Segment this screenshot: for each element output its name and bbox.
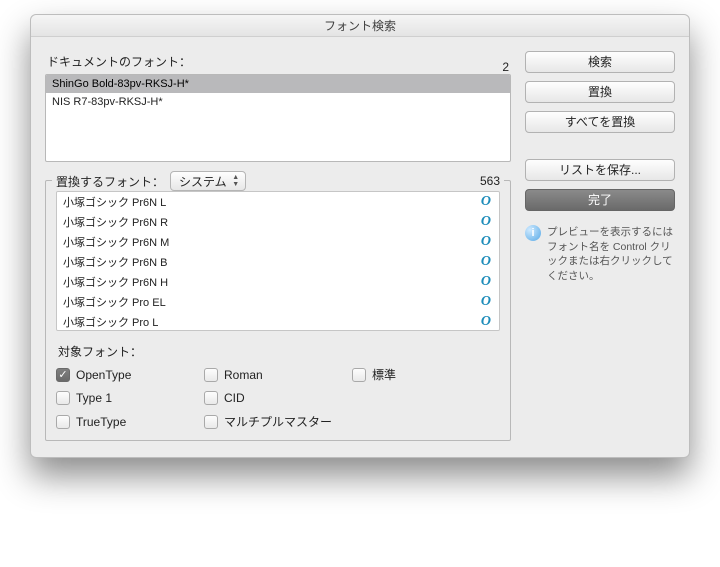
font-name: 小塚ゴシック Pr6N L: [63, 194, 166, 210]
replacement-count: 563: [480, 174, 500, 188]
list-item[interactable]: 小塚ゴシック Pr6N M O: [57, 232, 499, 252]
checkbox-マルチプルマスター[interactable]: マルチプルマスター: [204, 413, 352, 430]
opentype-icon: O: [481, 214, 491, 230]
find-button[interactable]: 検索: [525, 51, 675, 73]
info-text: プレビューを表示するにはフォント名を Control クリックまたは右クリックし…: [547, 225, 675, 284]
chevron-updown-icon: ▲▼: [229, 172, 243, 190]
font-name: 小塚ゴシック Pr6N B: [63, 254, 168, 270]
opentype-icon: O: [481, 274, 491, 290]
checkbox-box: [204, 391, 218, 405]
checkbox-roman[interactable]: Roman: [204, 366, 352, 383]
font-search-dialog: フォント検索 ドキュメントのフォント： 2 ShinGo Bold-83pv-R…: [30, 14, 690, 458]
replace-all-button[interactable]: すべてを置換: [525, 111, 675, 133]
checkbox-box: [204, 368, 218, 382]
checkbox-label: Roman: [224, 368, 263, 382]
checkbox-cid[interactable]: CID: [204, 391, 352, 405]
info-icon: i: [525, 225, 541, 241]
checkbox-box: [56, 415, 70, 429]
font-name: 小塚ゴシック Pro L: [63, 314, 158, 330]
opentype-icon: O: [481, 294, 491, 310]
checkbox-box: ✓: [56, 368, 70, 382]
target-fonts-label: 対象フォント：: [58, 343, 500, 360]
target-fonts-checks: ✓ OpenType Roman 標準 Type 1 CID TrueType マルチプルマス…: [56, 366, 500, 430]
checkbox-box: [352, 368, 366, 382]
checkbox-label: OpenType: [76, 368, 131, 382]
list-item[interactable]: 小塚ゴシック Pr6N L O: [57, 192, 499, 212]
opentype-icon: O: [481, 314, 491, 330]
checkbox-box: [204, 415, 218, 429]
document-fonts-label: ドキュメントのフォント：: [47, 53, 191, 70]
info-note: i プレビューを表示するにはフォント名を Control クリックまたは右クリッ…: [525, 225, 675, 284]
list-item[interactable]: ShinGo Bold-83pv-RKSJ-H*: [46, 75, 510, 93]
checkbox-label: TrueType: [76, 415, 126, 429]
font-name: 小塚ゴシック Pr6N R: [63, 214, 168, 230]
list-item[interactable]: 小塚ゴシック Pr6N B O: [57, 252, 499, 272]
window-title: フォント検索: [31, 15, 689, 37]
replacement-group: 置換するフォント： システム ▲▼ 563 小塚ゴシック Pr6N LO小塚ゴシ…: [45, 180, 511, 441]
font-name: 小塚ゴシック Pr6N H: [63, 274, 168, 290]
checkbox-type-1[interactable]: Type 1: [56, 391, 204, 405]
list-item[interactable]: NIS R7-83pv-RKSJ-H*: [46, 93, 510, 111]
opentype-icon: O: [481, 234, 491, 250]
checkbox-opentype[interactable]: ✓ OpenType: [56, 366, 204, 383]
save-list-button[interactable]: リストを保存...: [525, 159, 675, 181]
document-fonts-list[interactable]: ShinGo Bold-83pv-RKSJ-H*NIS R7-83pv-RKSJ…: [45, 74, 511, 162]
checkbox-label: Type 1: [76, 391, 112, 405]
opentype-icon: O: [481, 254, 491, 270]
checkbox-標準[interactable]: 標準: [352, 366, 500, 383]
checkbox-box: [56, 391, 70, 405]
list-item[interactable]: 小塚ゴシック Pr6N H O: [57, 272, 499, 292]
replace-button[interactable]: 置換: [525, 81, 675, 103]
list-item[interactable]: 小塚ゴシック Pro EL O: [57, 292, 499, 312]
checkbox-label: マルチプルマスター: [224, 413, 332, 430]
checkbox-label: 標準: [372, 366, 396, 383]
done-button[interactable]: 完了: [525, 189, 675, 211]
checkbox-label: CID: [224, 391, 245, 405]
source-select[interactable]: システム ▲▼: [170, 171, 246, 191]
replacement-fonts-list[interactable]: 小塚ゴシック Pr6N LO小塚ゴシック Pr6N RO小塚ゴシック Pr6N …: [56, 191, 500, 331]
list-item[interactable]: 小塚ゴシック Pr6N R O: [57, 212, 499, 232]
document-fonts-count: 2: [502, 60, 509, 74]
source-select-value: システム: [179, 173, 227, 190]
font-name: 小塚ゴシック Pr6N M: [63, 234, 169, 250]
font-name: 小塚ゴシック Pro EL: [63, 294, 166, 310]
opentype-icon: O: [481, 194, 491, 210]
list-item[interactable]: 小塚ゴシック Pro L O: [57, 312, 499, 331]
checkbox-truetype[interactable]: TrueType: [56, 413, 204, 430]
replacement-legend: 置換するフォント：: [56, 173, 164, 190]
